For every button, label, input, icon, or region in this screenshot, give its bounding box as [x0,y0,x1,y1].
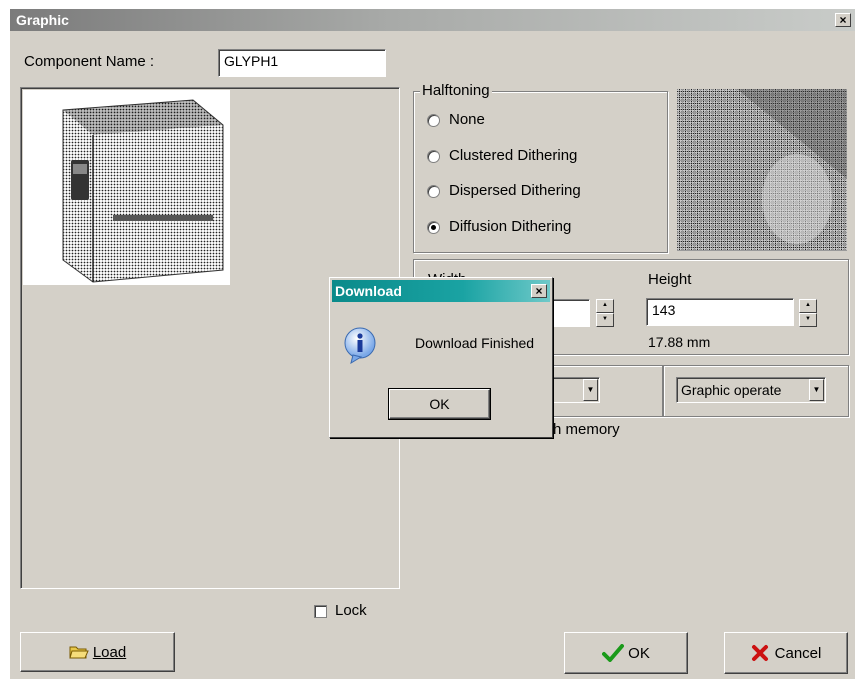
dialog-message: Download Finished [415,335,535,351]
height-value: 143 [652,302,676,318]
radio-dispersed[interactable] [427,185,440,198]
printer-image [23,90,230,285]
graphic-operate-combo-value: Graphic operate [681,382,782,398]
window-titlebar: Graphic × [10,9,855,31]
load-button-label: Load [92,643,127,661]
dialog-titlebar: Download × [332,280,550,302]
height-spin-up-icon[interactable]: ▲ [799,299,817,313]
halftoning-legend: Halftoning [420,82,492,99]
x-mark-icon [751,645,768,661]
radio-none-label: None [449,111,485,128]
ok-button-label: OK [628,644,650,662]
lock-label: Lock [335,602,367,619]
checkmark-icon [602,644,625,662]
dialog-ok-label: OK [429,396,450,412]
folder-open-icon [69,646,89,659]
component-name-input[interactable]: GLYPH1 [218,49,386,77]
radio-dispersed-label: Dispersed Dithering [449,182,581,199]
height-label: Height [648,271,692,288]
component-name-label: Component Name : [24,53,155,70]
height-input[interactable]: 143 [646,298,794,326]
graphic-operate-combo[interactable]: Graphic operate ▼ [676,377,826,403]
graphic-operate-dropdown-icon[interactable]: ▼ [809,379,824,401]
memory-text: h memory [553,421,620,438]
radio-diffusion[interactable] [427,221,440,234]
download-dialog: Download × Download Finished OK [329,277,553,438]
height-spinner[interactable]: ▲ ▼ [799,299,817,327]
graphic-type-dropdown-icon[interactable]: ▼ [583,379,598,401]
load-button[interactable]: Load [20,632,175,672]
width-spin-down-icon[interactable]: ▼ [596,313,614,327]
component-name-value: GLYPH1 [224,53,279,69]
width-spin-up-icon[interactable]: ▲ [596,299,614,313]
ok-button[interactable]: OK [564,632,688,674]
height-mm-readout: 17.88 mm [648,334,711,350]
dialog-close-button[interactable]: × [531,284,547,298]
dialog-ok-button[interactable]: OK [388,388,491,420]
radio-diffusion-label: Diffusion Dithering [449,218,572,235]
dialog-close-icon: × [535,284,543,298]
lock-checkbox[interactable] [314,605,327,618]
radio-clustered[interactable] [427,150,440,163]
dialog-title: Download [335,283,402,299]
radio-none[interactable] [427,114,440,127]
radio-clustered-label: Clustered Dithering [449,147,578,164]
width-spinner[interactable]: ▲ ▼ [596,299,614,327]
close-icon: × [839,13,847,27]
width-input[interactable] [550,299,590,327]
info-icon [344,327,376,364]
height-spin-down-icon[interactable]: ▼ [799,313,817,327]
window-title: Graphic [16,12,69,28]
cancel-button[interactable]: Cancel [724,632,848,674]
halftone-sample-image [677,89,847,251]
close-button[interactable]: × [835,13,851,27]
cancel-button-label: Cancel [774,644,822,662]
